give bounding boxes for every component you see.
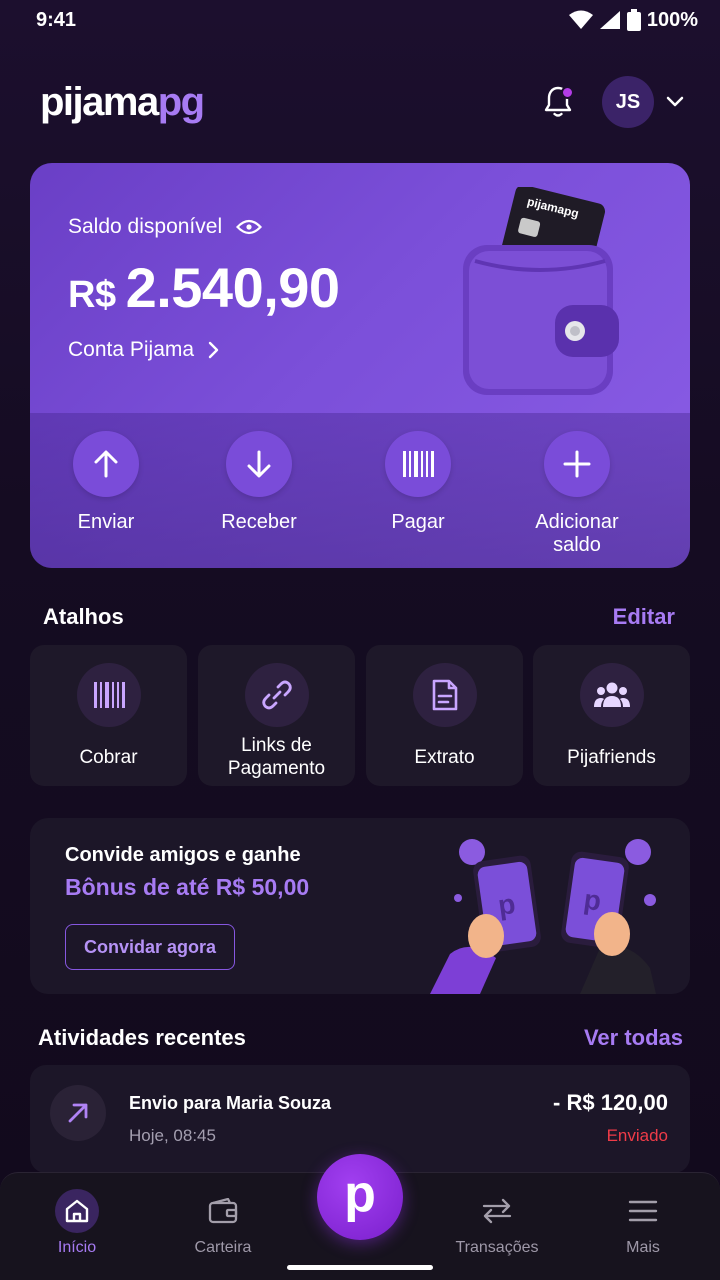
activity-icon-bg xyxy=(50,1085,106,1141)
action-pagar[interactable]: Pagar xyxy=(343,431,493,534)
balance-summary: Saldo disponível R$ 2.540,90 Conta Pijama… xyxy=(30,163,690,413)
notifications-button[interactable] xyxy=(538,82,578,122)
center-action-button[interactable]: p xyxy=(317,1154,403,1240)
battery-level: 100% xyxy=(646,8,698,31)
plus-icon xyxy=(563,450,591,478)
action-enviar-label: Enviar xyxy=(77,511,135,533)
shortcut-links-pagamento[interactable]: Links de Pagamento xyxy=(198,645,355,786)
shortcut-pijafriends-label: Pijafriends xyxy=(567,746,656,768)
wallet-illustration: pijamapg xyxy=(463,187,619,395)
activity-status: Enviado xyxy=(606,1126,668,1145)
nav-inicio-icon-bg xyxy=(55,1189,99,1233)
menu-icon xyxy=(628,1200,658,1222)
shortcut-extrato[interactable]: Extrato xyxy=(366,645,523,786)
status-bar: 9:41 100% xyxy=(0,0,720,40)
signal-icon xyxy=(599,11,620,29)
balance-amount: R$ 2.540,90 xyxy=(68,255,340,320)
link-icon xyxy=(261,680,292,710)
invite-banner: Convide amigos e ganhe Bônus de até R$ 5… xyxy=(30,818,690,994)
home-indicator[interactable] xyxy=(287,1265,433,1270)
chevron-down-icon xyxy=(666,96,684,107)
center-button-letter: p xyxy=(344,1165,376,1223)
barcode-icon xyxy=(93,682,125,708)
nav-transacoes[interactable]: Transações xyxy=(442,1173,552,1280)
phones-illustration: p p xyxy=(430,839,656,994)
action-adicionar-saldo[interactable]: Adicionar saldo xyxy=(502,431,652,557)
logo-main: pijama xyxy=(40,79,159,124)
shortcut-pijafriends[interactable]: Pijafriends xyxy=(533,645,690,786)
shortcut-links-label: Links de Pagamento xyxy=(227,735,326,779)
action-receber[interactable]: Receber xyxy=(184,431,334,534)
nav-carteira[interactable]: Carteira xyxy=(168,1173,278,1280)
nav-mais-icon-bg xyxy=(621,1189,665,1233)
see-all-link[interactable]: Ver todas xyxy=(584,1025,683,1051)
invite-bonus: Bônus de até R$ 50,00 xyxy=(65,874,310,900)
arrow-up-icon xyxy=(94,450,118,478)
transfer-icon xyxy=(482,1198,512,1224)
battery-icon xyxy=(626,9,641,31)
home-icon xyxy=(65,1199,89,1223)
account-link-label: Conta Pijama xyxy=(68,338,195,361)
shortcut-extrato-icon-bg xyxy=(412,663,477,727)
shortcuts-title: Atalhos xyxy=(43,604,124,629)
action-adicionar-circle xyxy=(544,431,610,497)
action-pagar-label: Pagar xyxy=(391,511,445,533)
action-enviar-circle xyxy=(73,431,139,497)
activity-title: Envio para Maria Souza xyxy=(129,1093,332,1113)
shortcut-cobrar[interactable]: Cobrar xyxy=(30,645,187,786)
shortcuts-grid: Cobrar Links de Pagamento Extrato Pijafr… xyxy=(30,645,690,786)
app-logo: pijamapg xyxy=(40,79,205,125)
group-icon xyxy=(593,682,630,707)
header-actions: JS xyxy=(538,76,684,128)
recent-activities-title: Atividades recentes xyxy=(38,1025,246,1050)
action-adicionar-label: Adicionar saldo xyxy=(535,511,619,556)
activity-amount: - R$ 120,00 xyxy=(553,1090,668,1115)
invite-title: Convide amigos e ganhe xyxy=(65,844,301,866)
document-icon xyxy=(432,679,457,711)
balance-label-text: Saldo disponível xyxy=(68,215,223,238)
nav-carteira-label: Carteira xyxy=(194,1239,252,1256)
action-pagar-circle xyxy=(385,431,451,497)
chevron-right-icon xyxy=(208,341,219,359)
nav-carteira-icon-bg xyxy=(201,1189,245,1233)
invite-now-button[interactable]: Convidar agora xyxy=(65,924,235,970)
nav-inicio[interactable]: Início xyxy=(22,1173,132,1280)
nav-mais-label: Mais xyxy=(626,1239,660,1256)
nav-mais[interactable]: Mais xyxy=(588,1173,698,1280)
nav-transacoes-icon-bg xyxy=(475,1189,519,1233)
balance-value: 2.540,90 xyxy=(125,256,340,319)
account-link[interactable]: Conta Pijama xyxy=(68,338,219,362)
profile-menu[interactable]: JS xyxy=(602,76,684,128)
logo-accent: pg xyxy=(157,79,205,124)
activity-time: Hoje, 08:45 xyxy=(129,1126,216,1145)
shortcut-cobrar-label: Cobrar xyxy=(79,746,138,768)
wifi-icon xyxy=(568,10,593,29)
shortcut-links-icon-bg xyxy=(244,663,309,727)
action-receber-circle xyxy=(226,431,292,497)
action-enviar[interactable]: Enviar xyxy=(31,431,181,534)
eye-icon[interactable] xyxy=(236,218,263,236)
notification-dot xyxy=(561,86,574,99)
action-receber-label: Receber xyxy=(221,511,297,533)
app-header: pijamapg JS xyxy=(40,72,684,132)
arrow-up-right-icon xyxy=(68,1103,88,1123)
nav-inicio-label: Início xyxy=(57,1239,97,1256)
status-time: 9:41 xyxy=(36,8,77,31)
edit-shortcuts-link[interactable]: Editar xyxy=(613,604,675,630)
shortcut-extrato-label: Extrato xyxy=(414,746,475,768)
barcode-icon xyxy=(403,451,434,477)
status-icons: 100% xyxy=(568,8,698,32)
balance-card: Saldo disponível R$ 2.540,90 Conta Pijama… xyxy=(30,163,690,568)
balance-label: Saldo disponível xyxy=(68,215,263,239)
shortcut-cobrar-icon-bg xyxy=(76,663,141,727)
arrow-down-icon xyxy=(247,450,271,478)
wallet-icon xyxy=(208,1198,238,1224)
avatar: JS xyxy=(602,76,654,128)
balance-currency: R$ xyxy=(68,274,116,316)
nav-transacoes-label: Transações xyxy=(455,1239,539,1256)
shortcut-pijafriends-icon-bg xyxy=(579,663,644,727)
